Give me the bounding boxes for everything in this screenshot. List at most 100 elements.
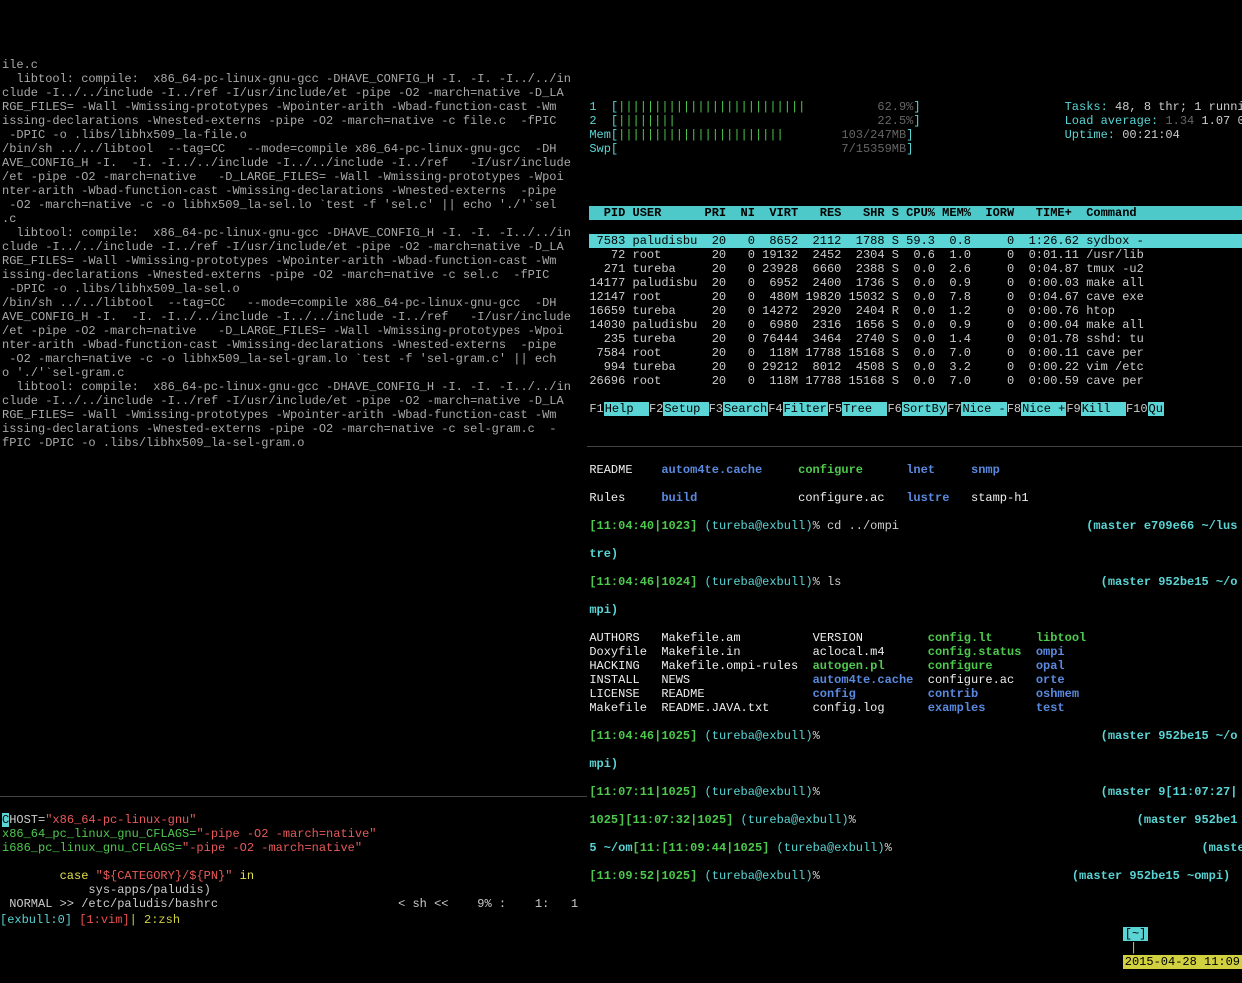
fkey: F3 (709, 402, 723, 416)
bracket: ] (913, 114, 920, 128)
htop-process-list[interactable]: 7583 paludisbu 20 0 8652 2112 1788 S 59.… (589, 234, 1242, 388)
htop-process-row[interactable]: 7584 root 20 0 118M 17788 15168 S 0.0 7.… (589, 346, 1242, 360)
fkey-label[interactable]: Filter (783, 402, 828, 416)
prompt-time: [11:[11:09:44|1025] (633, 841, 770, 855)
file-entry: libtool (1036, 631, 1108, 645)
htop-panel[interactable]: 1 [|||||||||||||||||||||||||| 62.9%] 2 [… (587, 56, 1242, 446)
file-entry: config (813, 687, 928, 701)
ls-output-row: Rules build configure.ac lustre stamp-h1 (589, 491, 1242, 505)
fkey-label[interactable]: SortBy (902, 402, 947, 416)
htop-process-row[interactable]: 7583 paludisbu 20 0 8652 2112 1788 S 59.… (589, 234, 1242, 248)
prompt-cmd: % (813, 785, 820, 799)
fkey-label[interactable]: Tree (842, 402, 887, 416)
prompt-git: (master 952be15 ~/o (1101, 575, 1238, 589)
fkey: F10 (1126, 402, 1148, 416)
ls-output-row: Makefile README.JAVA.txt config.log exam… (589, 701, 1242, 715)
prompt-time: [11:07:11|1025] (589, 785, 697, 799)
file-entry: oshmem (1036, 687, 1108, 701)
file-entry: build (661, 491, 798, 505)
prompt-cmd: % (813, 729, 820, 743)
fkey-label[interactable]: Nice - (961, 402, 1006, 416)
htop-function-keys[interactable]: F1Help F2Setup F3SearchF4FilterF5Tree F6… (589, 402, 1242, 416)
file-entry: snmp (971, 463, 1043, 477)
prompt-git: (master e709e66 ~/lus (1086, 519, 1237, 533)
vim-str: "${CATEGORY}/${PN}" (96, 869, 233, 883)
fkey-label[interactable]: Kill (1081, 402, 1126, 416)
prompt-git: 5 ~/om (589, 841, 632, 855)
cpu-pct: 62.9% (877, 100, 913, 114)
htop-columns-header[interactable]: PID USER PRI NI VIRT RES SHR S CPU% MEM%… (589, 206, 1242, 220)
prompt-git: (master 952be15 ~/o (1101, 729, 1238, 743)
fkey-label[interactable]: Qu (1148, 402, 1164, 416)
bracket: ] (906, 142, 913, 156)
fkey-label[interactable]: Search (723, 402, 768, 416)
mem-label: Mem[ (589, 128, 618, 142)
vim-editor[interactable]: CHOST="x86_64-pc-linux-gnu" x86_64_pc_li… (0, 797, 587, 913)
prompt-cmd: % (813, 869, 820, 883)
prompt-time: [11:09:52|1025] (589, 869, 697, 883)
fkey: F8 (1007, 402, 1021, 416)
file-entry: Makefile (589, 701, 661, 715)
file-entry: README (589, 463, 661, 477)
ls-output-row: LICENSE README config contrib oshmem (589, 687, 1242, 701)
htop-process-row[interactable]: 26696 root 20 0 118M 17788 15168 S 0.0 7… (589, 374, 1242, 388)
fkey-label[interactable]: Help (604, 402, 649, 416)
htop-info: Tasks: 48, 8 thr; 1 running Load average… (1065, 86, 1242, 156)
shell-panel[interactable]: README autom4te.cache configure lnet snm… (587, 447, 1242, 913)
htop-process-row[interactable]: 14177 paludisbu 20 0 6952 2400 1736 S 0.… (589, 276, 1242, 290)
mem-bars: ||||||||||||||||||||||| (618, 128, 784, 142)
bracket: ] (913, 100, 920, 114)
mem-val: 103/247MB (841, 128, 906, 142)
file-entry: lnet (906, 463, 971, 477)
prompt-git: mpi) (589, 757, 618, 771)
tmux-window-1[interactable]: [1:vim] (72, 913, 130, 927)
htop-process-row[interactable]: 16659 tureba 20 0 14272 2920 2404 R 0.0 … (589, 304, 1242, 318)
file-entry: README (661, 687, 812, 701)
swp-label: Swp[ (589, 142, 618, 156)
file-entry: AUTHORS (589, 631, 661, 645)
htop-process-row[interactable]: 235 tureba 20 0 76444 3464 2740 S 0.0 1.… (589, 332, 1242, 346)
vim-mode: NORMAL (2, 897, 60, 911)
file-entry: configure.ac (798, 491, 906, 505)
fkey-label[interactable]: Setup (663, 402, 708, 416)
htop-process-row[interactable]: 12147 root 20 0 480M 19820 15032 S 0.0 7… (589, 290, 1242, 304)
tmux-session[interactable]: [exbull:0] (0, 913, 72, 927)
fkey-label[interactable]: Nice + (1021, 402, 1066, 416)
prompt-user: (tureba@exbull) (697, 869, 812, 883)
file-entry: INSTALL (589, 673, 661, 687)
prompt-user: (tureba@exbull) (697, 519, 812, 533)
vim-var: x86_64_pc_linux_gnu_CFLAGS= (2, 827, 196, 841)
prompt-cmd: % ls (813, 575, 842, 589)
fkey: F9 (1066, 402, 1080, 416)
htop-process-row[interactable]: 994 tureba 20 0 29212 8012 4508 S 0.0 3.… (589, 360, 1242, 374)
fkey: F2 (649, 402, 663, 416)
tmux-sep: | (1123, 941, 1145, 955)
file-entry: NEWS (661, 673, 812, 687)
ls-output-row: AUTHORS Makefile.am VERSION config.lt li… (589, 631, 1242, 645)
ls-output-row: INSTALL NEWS autom4te.cache configure.ac… (589, 673, 1242, 687)
tmux-window-2[interactable]: 2:zsh (144, 913, 187, 927)
file-entry: examples (928, 701, 1036, 715)
file-entry: ompi (1036, 645, 1108, 659)
file-entry: Doxyfile (589, 645, 661, 659)
file-entry: configure (928, 659, 1036, 673)
file-entry: opal (1036, 659, 1108, 673)
cpu-pct: 22.5% (877, 114, 913, 128)
file-entry: HACKING (589, 659, 661, 673)
prompt-user: (tureba@exbull) (769, 841, 884, 855)
prompt-git: mpi) (589, 603, 618, 617)
htop-process-row[interactable]: 14030 paludisbu 20 0 6980 2316 1656 S 0.… (589, 318, 1242, 332)
file-entry: Makefile.ompi-rules (661, 659, 812, 673)
fkey: F5 (828, 402, 842, 416)
file-entry: configure.ac (928, 673, 1036, 687)
vim-status-line: NORMAL >> /etc/paludis/bashrc < sh << 9%… (2, 897, 585, 911)
cpu-label: 1 [ (589, 100, 618, 114)
tmux-cwd: [~] (1123, 927, 1149, 941)
uptime-val: 00:21:04 (1122, 128, 1180, 142)
swp-val: 7/15359MB (841, 142, 906, 156)
file-entry: Makefile.in (661, 645, 812, 659)
htop-process-row[interactable]: 72 root 20 0 19132 2452 2304 S 0.6 1.0 0… (589, 248, 1242, 262)
tmux-status-bar[interactable]: [exbull:0] [1:vim] | 2:zsh [~] | 2015-04… (0, 913, 1242, 927)
vim-val: "x86_64-pc-linux-gnu" (45, 813, 196, 827)
htop-process-row[interactable]: 271 tureba 20 0 23928 6660 2388 S 0.0 2.… (589, 262, 1242, 276)
